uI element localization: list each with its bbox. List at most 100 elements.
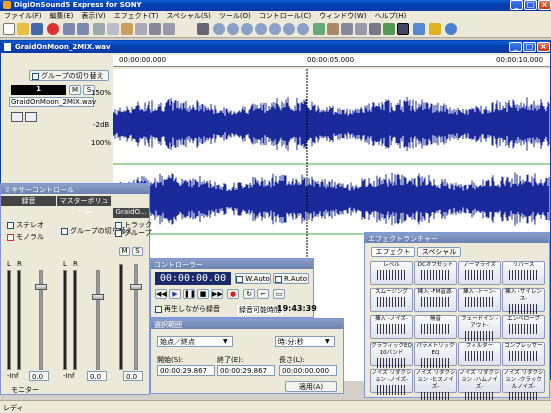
play-while-rec-option[interactable]: 再生しながら録音 <box>155 304 220 314</box>
zoom-selection-icon[interactable] <box>255 23 267 35</box>
stereo-option[interactable]: ステレオ <box>7 220 44 230</box>
redo-icon[interactable] <box>77 23 89 35</box>
rewind-button[interactable]: ◀◀ <box>155 289 167 299</box>
view-wave-icon[interactable] <box>313 23 325 35</box>
selection-mode-dropdown[interactable]: 始点／終点 <box>157 336 233 347</box>
monitor-label[interactable]: モニター <box>11 385 39 395</box>
effect-button[interactable]: リバース <box>502 261 545 285</box>
effect-button[interactable]: ノイズ リダクション -ノイズ- <box>370 369 413 395</box>
trash-icon[interactable] <box>197 23 209 35</box>
zoom-all-icon[interactable] <box>269 23 281 35</box>
tab-special[interactable]: スペシャル <box>417 247 461 257</box>
view-mixer-icon[interactable] <box>341 23 353 35</box>
master-fader-thumb[interactable] <box>92 294 104 300</box>
menu-control[interactable]: コントロール(C) <box>255 11 315 22</box>
track-tool-icon[interactable] <box>11 112 23 122</box>
cut-icon[interactable] <box>93 23 105 35</box>
selection-mode-chevron-down-icon[interactable]: ▼ <box>223 338 228 345</box>
mixer-mute-button[interactable]: M <box>119 247 130 256</box>
volume-icon[interactable] <box>429 23 441 35</box>
pause-button[interactable]: ❚❚ <box>183 289 196 299</box>
wave-maximize-button[interactable]: □ <box>523 42 536 52</box>
master-level-value[interactable]: 0.0 <box>87 371 107 381</box>
effect-button[interactable]: レベル <box>370 261 413 285</box>
punch-button[interactable]: ▭ <box>273 289 285 299</box>
effect-button[interactable]: フィルター <box>458 342 501 366</box>
effect-button[interactable]: ノーマライズ <box>458 261 501 285</box>
delete-icon[interactable] <box>135 23 147 35</box>
effect-button[interactable]: 挿入 -ノイズ- <box>370 315 413 339</box>
start-input[interactable]: 00:00:29.867 <box>157 365 215 376</box>
effect-button[interactable]: ノイズ リダクション -ヒスノイズ- <box>414 369 457 402</box>
track-mute-button[interactable]: M <box>69 85 81 95</box>
sync-icon[interactable] <box>397 23 409 35</box>
forward-button[interactable]: ▶▶ <box>211 289 223 299</box>
group-toggle-button[interactable]: グループの切り替え <box>29 70 109 81</box>
effect-button[interactable]: パラメトリック EQ <box>414 342 457 368</box>
apply-button[interactable]: 適用(A) <box>285 381 337 392</box>
view-effect-icon[interactable] <box>383 23 395 35</box>
track-name[interactable]: GraidOnMoon_2MIX.wav <box>9 97 96 107</box>
zoom-horizontal-icon[interactable] <box>283 23 295 35</box>
copy-icon[interactable] <box>107 23 119 35</box>
wave-minimize-button[interactable]: _ <box>509 42 522 52</box>
track-fader-thumb[interactable] <box>130 284 142 290</box>
time-ruler[interactable]: 00:00:00.000 00:00:05.000 00:00:10.000 <box>113 55 550 67</box>
zoom-out-icon[interactable] <box>227 23 239 35</box>
close-button[interactable]: × <box>538 0 551 10</box>
effect-button[interactable]: グラフィックEQ 10バンド <box>370 342 413 368</box>
record-icon[interactable] <box>47 23 59 35</box>
stop-button[interactable]: ■ <box>197 289 209 299</box>
menu-window[interactable]: ウィンドウ(W) <box>315 11 370 22</box>
undo-icon[interactable] <box>63 23 75 35</box>
effect-button[interactable]: 挿入 -サイレンス- <box>502 288 545 314</box>
record-button[interactable]: ● <box>227 289 239 299</box>
wave-close-button[interactable]: × <box>537 42 550 52</box>
rec-fader-thumb[interactable] <box>35 284 47 290</box>
rec-level-value[interactable]: 0.0 <box>29 371 49 381</box>
track-edit-icon[interactable] <box>25 112 37 122</box>
menu-special[interactable]: スペシャル(S) <box>162 11 214 22</box>
menu-file[interactable]: ファイル(F) <box>0 11 46 22</box>
zoom-vertical-icon[interactable] <box>297 23 309 35</box>
help-icon[interactable] <box>445 23 457 35</box>
maximize-button[interactable]: □ <box>524 0 537 10</box>
view-list-icon[interactable] <box>355 23 367 35</box>
effect-button[interactable]: フェードイン -アウト- <box>458 315 501 341</box>
controller-icon[interactable] <box>413 23 425 35</box>
effect-button[interactable]: エンベロープ <box>502 315 545 339</box>
tab-effect[interactable]: エフェクト <box>371 247 415 257</box>
new-icon[interactable] <box>3 23 15 35</box>
trim-icon[interactable] <box>149 23 161 35</box>
effect-button[interactable]: コンプレッサー <box>502 342 545 366</box>
menu-edit[interactable]: 編集(E) <box>46 11 78 22</box>
effect-button[interactable]: スムージング <box>370 288 413 312</box>
menu-view[interactable]: 表示(V) <box>77 11 109 22</box>
effect-button[interactable]: 無音 <box>414 315 457 339</box>
view-spectrum-icon[interactable] <box>327 23 339 35</box>
open-icon[interactable] <box>17 23 29 35</box>
menu-tools[interactable]: ツール(O) <box>215 11 255 22</box>
paste-icon[interactable] <box>121 23 133 35</box>
effect-button[interactable]: ノイズ リダクション -ハムノイズ- <box>458 369 501 402</box>
menu-effect[interactable]: エフェクト(T) <box>110 11 163 22</box>
crop-icon[interactable] <box>163 23 175 35</box>
save-icon[interactable] <box>31 23 43 35</box>
loop-button[interactable]: ↻ <box>243 289 255 299</box>
length-input[interactable]: 00:00:00.000 <box>279 365 337 376</box>
mono-option[interactable]: モノラル <box>7 232 44 242</box>
w-auto-button[interactable]: W.Auto <box>235 273 271 284</box>
play-button[interactable]: ▶ <box>169 289 181 299</box>
effect-button[interactable]: DCオフセット <box>414 261 457 285</box>
end-input[interactable]: 00:00:29.867 <box>217 365 275 376</box>
effect-button[interactable]: 挿入 -トーン- <box>458 288 501 312</box>
time-unit-chevron-down-icon[interactable]: ▼ <box>325 338 330 345</box>
track-level-value[interactable]: 0.0 <box>123 371 143 381</box>
effect-button[interactable]: ノイズ リダクション -クラックルノイズ- <box>502 369 545 402</box>
minimize-button[interactable]: _ <box>510 0 523 10</box>
r-auto-button[interactable]: R.Auto <box>273 273 309 284</box>
mixer-solo-button[interactable]: S <box>132 247 143 256</box>
marker-button[interactable]: ⌐ <box>257 289 269 299</box>
view-track-icon[interactable] <box>369 23 381 35</box>
group-checkbox[interactable]: グループ <box>115 228 152 238</box>
